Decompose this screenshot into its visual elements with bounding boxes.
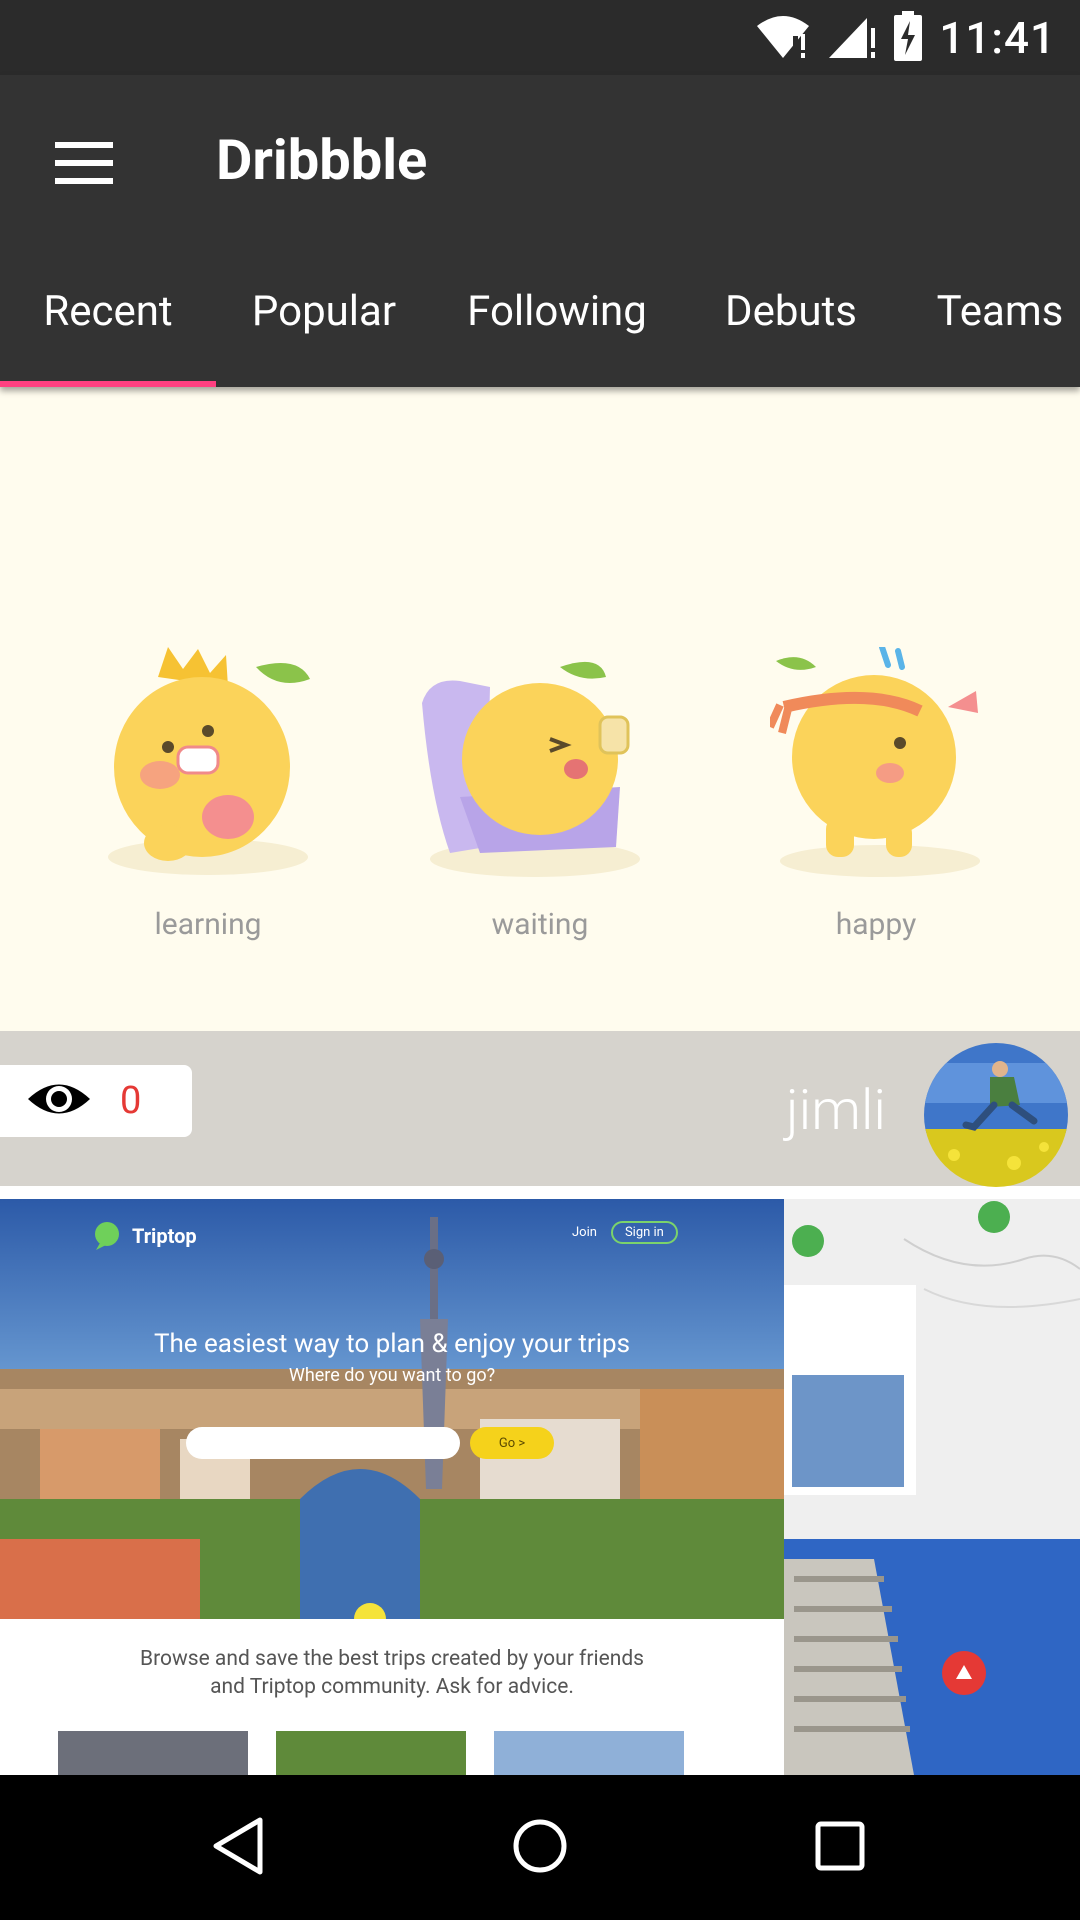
tab-bar: Recent Popular Following Debuts Teams (0, 235, 1080, 387)
triptop-brand: Triptop (132, 1224, 197, 1248)
back-icon (210, 1816, 270, 1880)
mascot-label-waiting: waiting (491, 907, 589, 942)
status-icons: 11:41 (755, 10, 1056, 66)
avatar[interactable] (924, 1043, 1068, 1187)
recents-button[interactable] (780, 1788, 900, 1908)
mascot-happy (766, 644, 990, 887)
mascot-learning (98, 647, 318, 887)
app-bar: Dribbble Recent Popular Following Debuts… (0, 75, 1080, 387)
triptop-signin: Sign in (610, 1221, 678, 1244)
mascot-label-learning: learning (154, 907, 262, 942)
shot-image[interactable]: Triptop Join Sign in The easiest way to … (0, 1199, 1080, 1775)
views-chip: 0 (0, 1065, 192, 1137)
signal-alert-icon (827, 12, 877, 64)
shot-preview-side (784, 1199, 1080, 1775)
shots-feed[interactable]: learning waiting happy 0 jimli Triptop J… (0, 387, 1080, 1775)
mascot-label-happy: happy (835, 907, 917, 942)
shot-image[interactable]: learning waiting happy (0, 387, 1080, 1031)
recents-icon (812, 1818, 868, 1878)
author-name[interactable]: jimli (786, 1077, 886, 1143)
triptop-join: Join (572, 1225, 597, 1240)
shot-preview-main: Triptop Join Sign in The easiest way to … (0, 1199, 784, 1775)
triptop-browse-line2: and Triptop community. Ask for advice. (210, 1675, 574, 1699)
back-button[interactable] (180, 1788, 300, 1908)
triptop-go-button: Go > (470, 1427, 554, 1459)
menu-button[interactable] (38, 119, 130, 211)
triptop-browse-line1: Browse and save the best trips created b… (139, 1647, 644, 1671)
shot-footer: 0 jimli (0, 1031, 1080, 1187)
status-bar: 11:41 (0, 0, 1080, 75)
system-nav-bar (0, 1775, 1080, 1920)
wifi-alert-icon (755, 12, 811, 64)
triptop-search-field (186, 1427, 460, 1459)
triptop-browse-text: Browse and save the best trips created b… (0, 1645, 784, 1701)
battery-charging-icon (893, 11, 923, 65)
mascot-waiting (420, 647, 640, 887)
tab-popular[interactable]: Popular (216, 235, 432, 387)
triptop-thumb (58, 1731, 248, 1775)
tab-following[interactable]: Following (432, 235, 682, 387)
triptop-thumb (494, 1731, 684, 1775)
app-title: Dribbble (216, 127, 428, 193)
triptop-nav: Join Sign in (572, 1221, 678, 1244)
home-button[interactable] (480, 1788, 600, 1908)
home-icon (510, 1816, 570, 1880)
triptop-logo: Triptop (92, 1221, 197, 1251)
hamburger-menu-icon (55, 142, 113, 188)
eye-icon (26, 1078, 92, 1124)
triptop-subheadline: Where do you want to go? (288, 1365, 496, 1386)
triptop-headline: The easiest way to plan & enjoy your tri… (153, 1329, 631, 1359)
tab-teams[interactable]: Teams (900, 235, 1080, 387)
views-count: 0 (120, 1079, 142, 1123)
tab-debuts[interactable]: Debuts (682, 235, 900, 387)
clock: 11:41 (939, 12, 1056, 64)
triptop-thumb (276, 1731, 466, 1775)
tab-recent[interactable]: Recent (0, 235, 216, 387)
